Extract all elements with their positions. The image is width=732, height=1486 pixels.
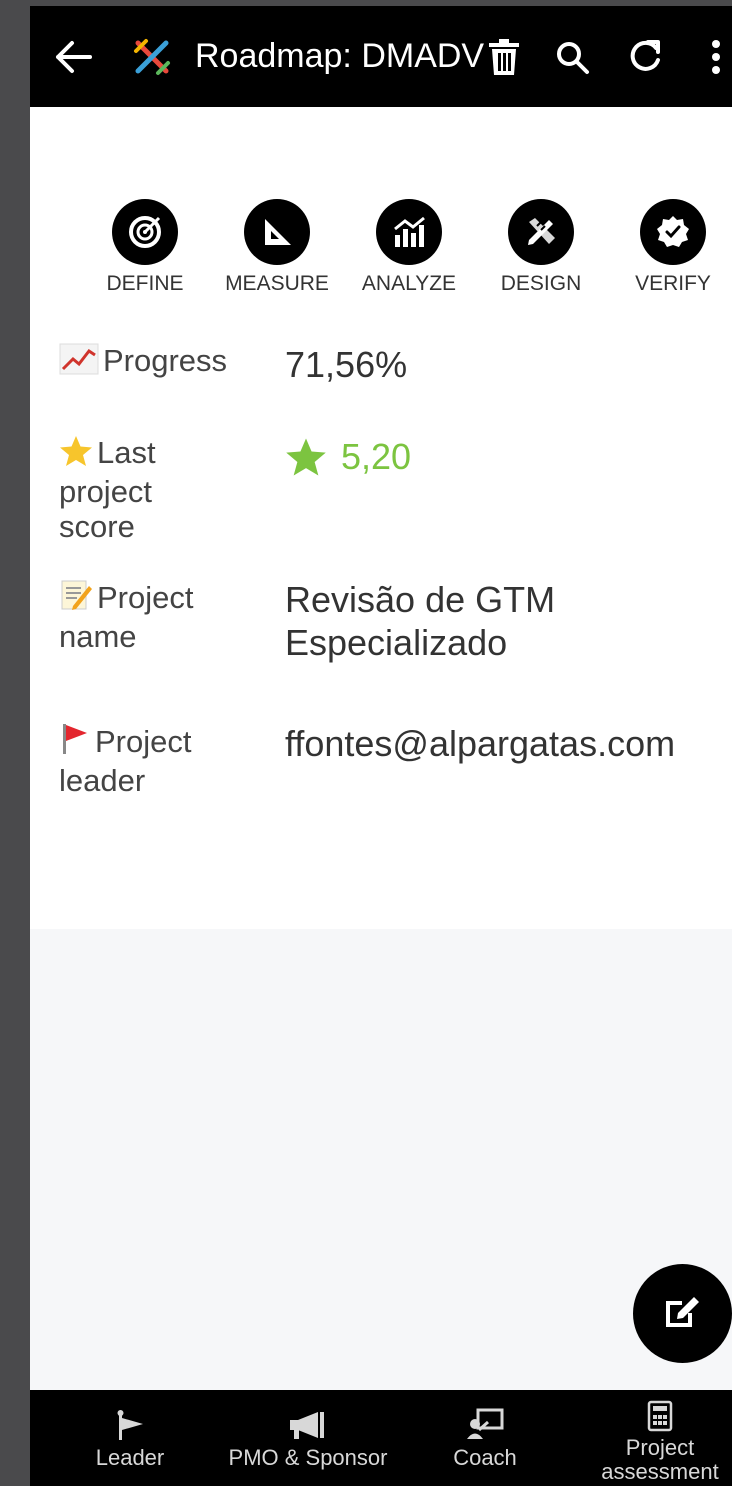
star-icon <box>285 437 327 477</box>
phase-label: DEFINE <box>106 272 184 295</box>
set-square-icon <box>244 199 310 265</box>
nav-coach[interactable]: Coach <box>435 1390 535 1486</box>
nav-pmo-sponsor[interactable]: PMO & Sponsor <box>223 1390 393 1486</box>
search-icon[interactable] <box>550 6 594 107</box>
phase-analyze[interactable]: ANALYZE <box>344 199 474 296</box>
target-icon <box>112 199 178 265</box>
edit-icon <box>662 1291 704 1336</box>
memo-icon <box>59 578 93 619</box>
project-name-label: Project name <box>59 578 194 654</box>
pencil-ruler-icon <box>508 199 574 265</box>
phase-strip: DEFINE MEASURE ANALYZE DESIGN VERIFY <box>80 199 732 309</box>
score-label: Last project score <box>59 435 156 544</box>
app-bar-title: Roadmap: DMADV <box>195 37 485 75</box>
phase-label: ANALYZE <box>361 272 457 295</box>
verified-badge-icon <box>640 199 706 265</box>
phase-label: VERIFY <box>635 272 711 295</box>
flag-icon <box>75 1390 185 1440</box>
phase-design[interactable]: DESIGN <box>476 199 606 296</box>
project-leader-label: Project leader <box>59 722 192 798</box>
frame-left <box>0 0 30 1486</box>
project-name-value: Revisão de GTM Especializado <box>285 579 556 663</box>
nav-leader[interactable]: Leader <box>75 1390 185 1486</box>
chart-icon <box>376 199 442 265</box>
back-arrow-icon[interactable] <box>48 6 100 107</box>
chart-up-icon <box>59 343 99 382</box>
calculator-icon <box>590 1390 730 1432</box>
red-flag-icon <box>59 722 91 763</box>
progress-value: 71,56% <box>285 344 408 385</box>
megaphone-icon <box>223 1390 393 1440</box>
project-leader-value: ffontes@alpargatas.com <box>285 723 676 764</box>
app-bar: Roadmap: DMADV <box>30 6 732 107</box>
phase-label: MEASURE <box>225 272 329 295</box>
app-logo-icon <box>130 6 174 107</box>
phase-define[interactable]: DEFINE <box>80 199 210 296</box>
more-vertical-icon[interactable] <box>700 6 732 107</box>
empty-area <box>30 929 732 1390</box>
score-value: 5,20 <box>285 435 725 478</box>
refresh-icon[interactable] <box>623 6 667 107</box>
coach-board-icon <box>435 1390 535 1440</box>
nav-project-assessment[interactable]: Project assessment <box>590 1390 730 1486</box>
progress-label: Progress <box>59 343 249 382</box>
phase-verify[interactable]: VERIFY <box>608 199 732 296</box>
bottom-navigation: Leader PMO & Sponsor Coach Project assess… <box>30 1390 732 1486</box>
project-details: DEFINE MEASURE ANALYZE DESIGN VERIFY Pro… <box>30 107 732 929</box>
edit-fab-button[interactable] <box>633 1264 732 1363</box>
phase-measure[interactable]: MEASURE <box>212 199 342 296</box>
star-emoji-icon <box>59 435 93 474</box>
trash-icon[interactable] <box>482 6 526 107</box>
phase-label: DESIGN <box>500 272 582 295</box>
